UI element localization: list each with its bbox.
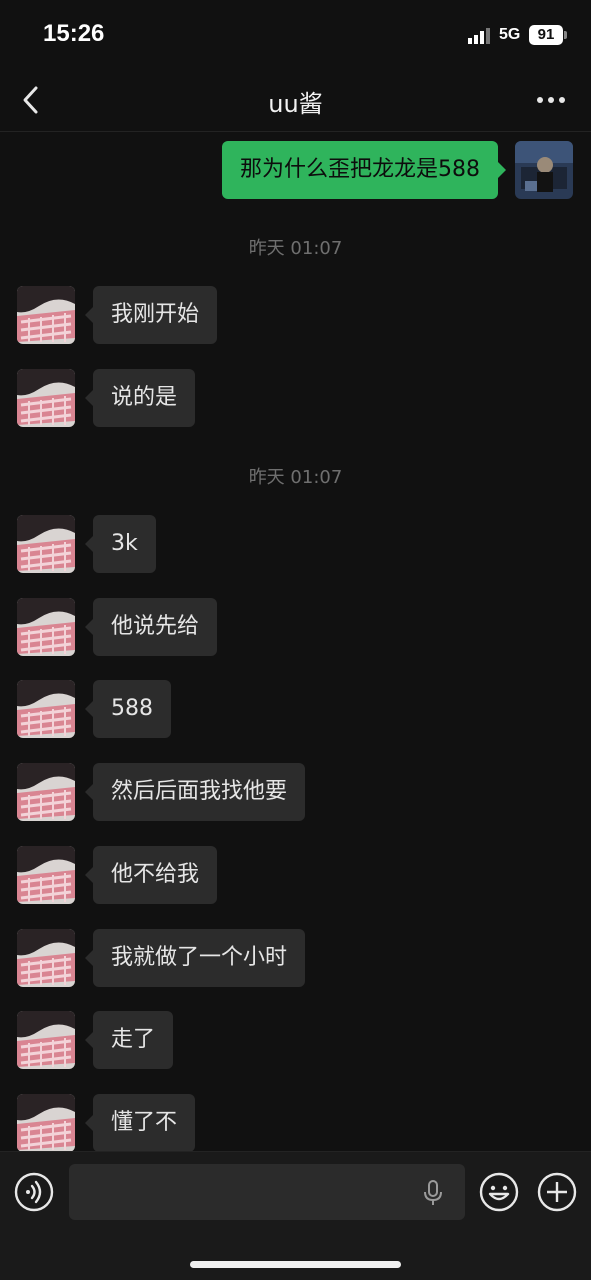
home-indicator[interactable]: [190, 1261, 401, 1268]
status-time: 15:26: [43, 20, 105, 47]
message-row-incoming: 我就做了一个小时: [0, 929, 591, 989]
message-bubble-incoming[interactable]: 3k: [85, 515, 156, 573]
message-input[interactable]: [69, 1164, 465, 1220]
message-row-incoming: 3k: [0, 515, 591, 575]
message-row-incoming: 走了: [0, 1011, 591, 1071]
message-bubble-incoming[interactable]: 他说先给: [84, 598, 218, 656]
contact-avatar[interactable]: [17, 680, 75, 738]
message-row-incoming: 懂了不: [0, 1094, 591, 1151]
contact-avatar[interactable]: [17, 1094, 75, 1151]
status-bar: 15:26 5G 91: [0, 0, 591, 70]
emoji-icon[interactable]: [479, 1172, 519, 1212]
input-bar: [0, 1151, 591, 1280]
message-row-incoming: 他不给我: [0, 846, 591, 906]
message-bubble-incoming[interactable]: 我刚开始: [84, 286, 218, 344]
contact-avatar[interactable]: [17, 1011, 75, 1069]
message-row-incoming: 我刚开始: [0, 286, 591, 346]
voice-icon[interactable]: [14, 1172, 54, 1212]
message-row-incoming: 他说先给: [0, 598, 591, 658]
message-row-outgoing: 那为什么歪把龙龙是588: [0, 141, 591, 201]
battery-cap: [564, 31, 567, 39]
message-bubble-incoming[interactable]: 然后后面我找他要: [84, 763, 306, 821]
message-bubble-incoming[interactable]: 他不给我: [84, 846, 218, 904]
contact-avatar[interactable]: [17, 286, 75, 344]
battery-icon: 91: [529, 25, 563, 45]
message-bubble-incoming[interactable]: 走了: [84, 1011, 174, 1069]
message-row-incoming: 说的是: [0, 369, 591, 429]
mic-icon[interactable]: [422, 1179, 444, 1207]
contact-avatar[interactable]: [17, 929, 75, 987]
message-bubble-incoming[interactable]: 说的是: [84, 369, 196, 427]
chat-area[interactable]: 那为什么歪把龙龙是588 昨天 01:07 我刚开始 说的是 昨天 01:07 …: [0, 132, 591, 1151]
more-dots-icon[interactable]: [534, 88, 568, 112]
message-bubble-incoming[interactable]: 懂了不: [84, 1094, 196, 1151]
message-row-incoming: 然后后面我找他要: [0, 763, 591, 823]
message-timestamp: 昨天 01:07: [248, 467, 343, 488]
contact-avatar[interactable]: [17, 369, 75, 427]
chat-title: uu酱: [268, 90, 323, 118]
message-row-incoming: 588: [0, 680, 591, 740]
contact-avatar[interactable]: [17, 515, 75, 573]
message-timestamp: 昨天 01:07: [248, 238, 343, 259]
network-label: 5G: [499, 26, 521, 43]
contact-avatar[interactable]: [17, 763, 75, 821]
plus-icon[interactable]: [537, 1172, 577, 1212]
my-avatar[interactable]: [515, 141, 573, 199]
message-bubble-incoming[interactable]: 588: [85, 680, 171, 738]
message-bubble-outgoing[interactable]: 那为什么歪把龙龙是588: [222, 141, 506, 199]
contact-avatar[interactable]: [17, 598, 75, 656]
chat-screen: 15:26 5G 91 uu酱 那为什么歪把龙龙是588 昨天 01:07 我刚…: [0, 0, 591, 1280]
nav-bar: uu酱: [0, 70, 591, 132]
contact-avatar[interactable]: [17, 846, 75, 904]
signal-icon: [468, 28, 490, 44]
message-bubble-incoming[interactable]: 我就做了一个小时: [84, 929, 306, 987]
